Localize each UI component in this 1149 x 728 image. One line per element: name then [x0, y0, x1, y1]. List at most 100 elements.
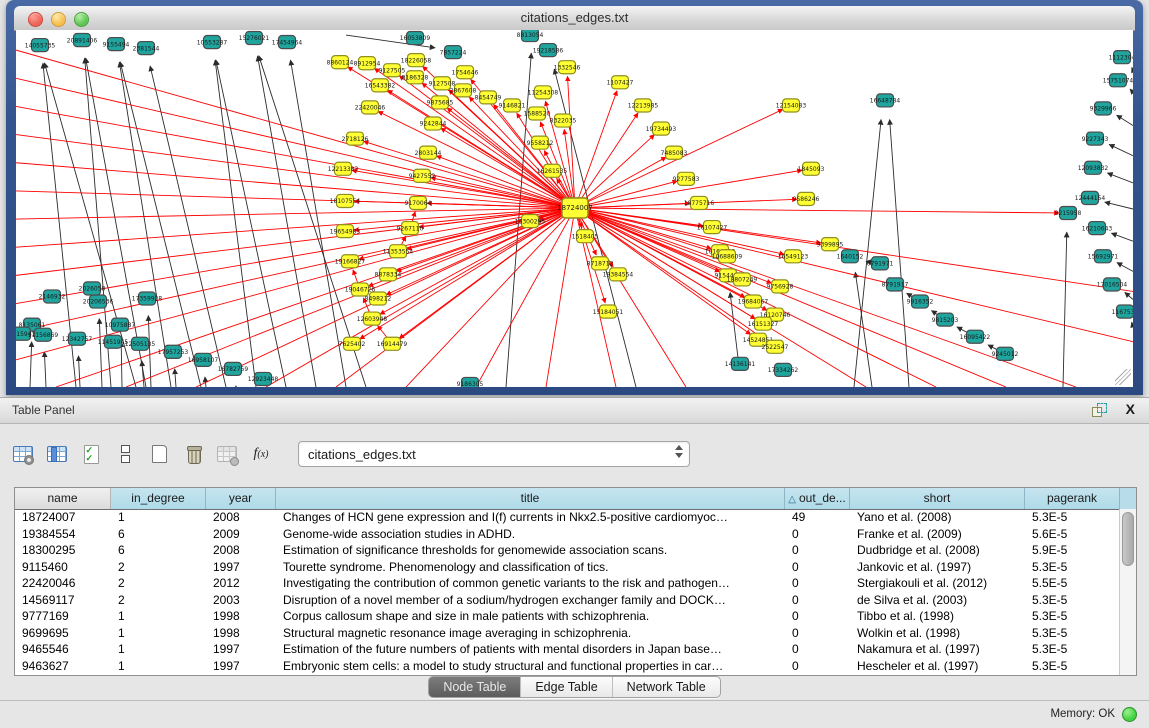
column-header-out_de[interactable]: △out_de...: [785, 488, 850, 509]
table-row[interactable]: 969969511998Structural magnetic resonanc…: [15, 625, 1120, 642]
delete-table-button[interactable]: [182, 444, 204, 464]
graph-node[interactable]: 16549123: [778, 250, 809, 263]
network-file-select[interactable]: citations_edges.txt: [298, 441, 690, 467]
graph-hub-node[interactable]: 18724007: [557, 198, 593, 218]
graph-node[interactable]: 12342757: [62, 332, 93, 345]
new-table-button[interactable]: [148, 444, 170, 464]
graph-node[interactable]: 18107554: [330, 194, 361, 207]
graph-node[interactable]: 15751074: [1103, 74, 1133, 87]
graph-node[interactable]: 2381544: [133, 42, 160, 55]
graph-node[interactable]: 8454749: [475, 91, 502, 104]
graph-node[interactable]: 18775716: [684, 196, 715, 209]
graph-node[interactable]: 7485083: [661, 146, 688, 159]
graph-node[interactable]: 1640152: [837, 250, 864, 263]
graph-node[interactable]: 17454964: [272, 36, 303, 49]
table-row[interactable]: 911546021997Tourette syndrome. Phenomeno…: [15, 559, 1120, 576]
graph-node[interactable]: 8813054: [517, 30, 544, 42]
graph-node[interactable]: 2026058: [79, 282, 106, 295]
column-header-name[interactable]: name: [15, 488, 111, 509]
graph-node[interactable]: 9756928: [767, 280, 794, 293]
graph-node[interactable]: 12213985: [628, 99, 659, 112]
graph-node[interactable]: 9227343: [1082, 132, 1109, 145]
graph-node[interactable]: 19384554: [603, 268, 634, 281]
graph-node[interactable]: 1845093: [798, 162, 825, 175]
column-header-pagerank[interactable]: pagerank: [1025, 488, 1120, 509]
graph-node[interactable]: 8791917: [882, 278, 909, 291]
column-header-year[interactable]: year: [206, 488, 276, 509]
function-builder-button[interactable]: f(x): [250, 444, 272, 464]
column-header-title[interactable]: title: [276, 488, 785, 509]
graph-node[interactable]: 12444154: [1075, 191, 1106, 204]
graph-node[interactable]: 8860124: [327, 56, 354, 69]
graph-node[interactable]: 22420046: [355, 101, 386, 114]
graph-node[interactable]: 1112304: [1109, 51, 1133, 64]
graph-node[interactable]: 8186328: [402, 71, 429, 84]
graph-node[interactable]: 12505135: [125, 337, 156, 350]
window-resize-grip[interactable]: [1115, 369, 1131, 385]
graph-node[interactable]: 18226058: [401, 54, 432, 67]
graph-node[interactable]: 1754646: [452, 66, 479, 79]
graph-node[interactable]: 11254308: [528, 86, 559, 99]
graph-node[interactable]: 9186305: [457, 377, 484, 387]
graph-node[interactable]: 11353554: [383, 245, 414, 258]
graph-node[interactable]: 1518405: [572, 230, 599, 243]
table-row[interactable]: 977716911998Corpus callosum shape and si…: [15, 608, 1120, 625]
network-view[interactable]: 8860124891295418226058912750516543382818…: [16, 30, 1133, 387]
graph-node[interactable]: 9242844: [420, 117, 447, 130]
graph-node[interactable]: 9329966: [1090, 102, 1117, 115]
graph-node[interactable]: 16958107: [188, 353, 219, 366]
graph-node[interactable]: 7625402: [339, 337, 366, 350]
graph-node[interactable]: 9815203: [932, 313, 959, 326]
graph-node[interactable]: 9277583: [673, 172, 700, 185]
graph-node[interactable]: 1332546: [554, 61, 581, 74]
graph-node[interactable]: 7857224: [440, 46, 467, 59]
table-settings-button[interactable]: [12, 444, 34, 464]
graph-node[interactable]: 16210643: [1082, 222, 1113, 235]
graph-node[interactable]: 20891406: [67, 34, 98, 47]
table-row[interactable]: 946362711997Embryonic stem cells: a mode…: [15, 658, 1120, 675]
tab-edge-table[interactable]: Edge Table: [521, 677, 612, 697]
graph-node[interactable]: 9586246: [793, 192, 820, 205]
table-row[interactable]: 1872400712008Changes of HCN gene express…: [15, 509, 1120, 526]
graph-node[interactable]: 6791971: [867, 257, 894, 270]
graph-node[interactable]: 9399895: [817, 238, 844, 251]
graph-node[interactable]: 14136141: [725, 357, 756, 370]
window-titlebar[interactable]: citations_edges.txt: [14, 6, 1135, 31]
graph-node[interactable]: 1167534: [1112, 305, 1133, 318]
graph-node[interactable]: 12093832: [1078, 161, 1109, 174]
scrollbar-thumb[interactable]: [1122, 512, 1134, 566]
graph-node[interactable]: 19218586: [533, 44, 564, 57]
graph-node[interactable]: 1107427: [607, 76, 634, 89]
graph-node[interactable]: 16107427: [697, 221, 728, 234]
graph-node[interactable]: 9916352: [907, 295, 934, 308]
graph-node[interactable]: 17016504: [1097, 278, 1128, 291]
table-row[interactable]: 2242004622012Investigating the contribut…: [15, 575, 1120, 592]
graph-node[interactable]: 16648784: [870, 94, 901, 107]
graph-node[interactable]: 19654983: [330, 225, 361, 238]
graph-node[interactable]: 15276021: [239, 32, 270, 45]
tab-node-table[interactable]: Node Table: [429, 677, 521, 697]
graph-node[interactable]: 10553287: [197, 36, 228, 49]
graph-node[interactable]: 9170064: [405, 196, 432, 209]
graph-node[interactable]: 19734493: [646, 122, 677, 135]
graph-node[interactable]: 2146932: [39, 290, 66, 303]
graph-node[interactable]: 2803144: [415, 146, 442, 159]
graph-node[interactable]: 8912954: [354, 57, 381, 70]
graph-node[interactable]: 9558212: [527, 136, 554, 149]
graph-node[interactable]: 9155494: [103, 38, 130, 51]
show-columns-button[interactable]: [46, 444, 68, 464]
graph-node[interactable]: 9146821: [499, 99, 526, 112]
graph-node[interactable]: 15692971: [1088, 250, 1119, 263]
graph-node[interactable]: 20206536: [83, 295, 114, 308]
graph-node[interactable]: 10975887: [105, 318, 136, 331]
table-row[interactable]: 1456911722003Disruption of a novel membe…: [15, 592, 1120, 609]
graph-node[interactable]: 16095422: [960, 330, 991, 343]
table-row[interactable]: 946554611997Estimation of the future num…: [15, 641, 1120, 658]
graph-node[interactable]: 8322035: [550, 114, 577, 127]
column-header-in_degree[interactable]: in_degree: [111, 488, 206, 509]
graph-node[interactable]: 8215958: [1055, 206, 1082, 219]
graph-node[interactable]: 17957253: [158, 345, 189, 358]
row-height-button[interactable]: [114, 444, 136, 464]
graph-node[interactable]: 14055735: [25, 39, 56, 52]
close-panel-icon[interactable]: X: [1126, 401, 1135, 417]
